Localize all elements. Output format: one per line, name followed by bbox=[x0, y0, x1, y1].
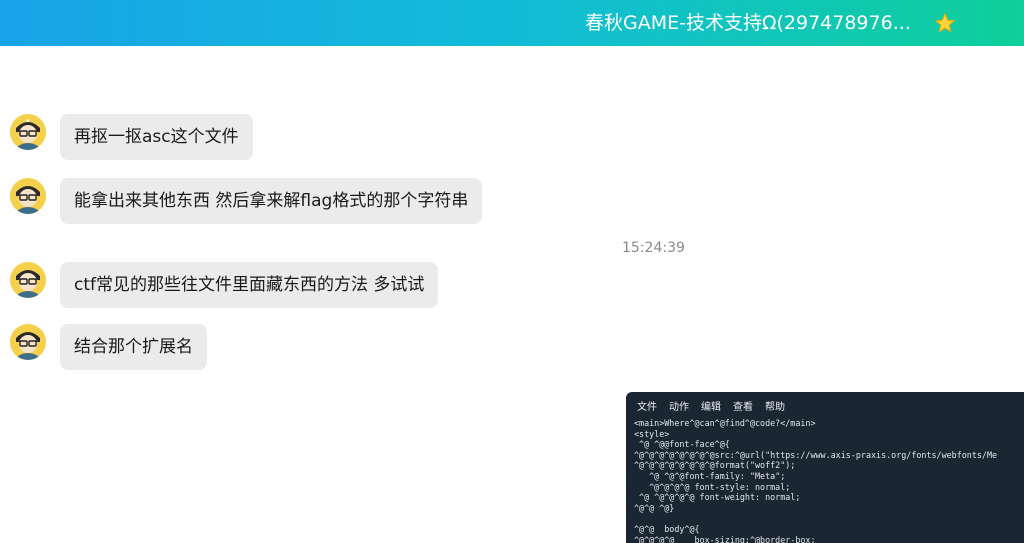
avatar-icon[interactable] bbox=[10, 178, 46, 214]
code-line: ^@^@^@^@^@^@^@^@format("woff2"); bbox=[634, 460, 796, 471]
code-line: ^@^@ ^@} bbox=[634, 502, 675, 513]
star-icon[interactable] bbox=[934, 12, 956, 34]
message-bubble[interactable]: ctf常见的那些往文件里面藏东西的方法 多试试 bbox=[60, 262, 439, 308]
message-bubble[interactable]: 结合那个扩展名 bbox=[60, 324, 207, 370]
code-line: ^@ ^@^@^@^@ font-weight: normal; bbox=[634, 492, 801, 503]
menu-edit[interactable]: 编辑 bbox=[701, 398, 721, 413]
chat-title[interactable]: 春秋GAME-技术支持Ω(297478976... bbox=[585, 10, 930, 36]
code-line: ^@^@^@^@ font-style: normal; bbox=[634, 481, 791, 492]
code-line: <main>Where^@can^@find^@code?</main> bbox=[634, 418, 816, 428]
code-line: ^@^@^@^@^@^@^@^@src:^@url("https://www.a… bbox=[634, 449, 998, 460]
menu-view[interactable]: 查看 bbox=[733, 398, 753, 413]
avatar-icon[interactable] bbox=[10, 324, 46, 360]
avatar-icon[interactable] bbox=[10, 262, 46, 298]
chat-header: 春秋GAME-技术支持Ω(297478976... bbox=[0, 0, 1024, 46]
code-line: ^@ ^@@font-face^@{ bbox=[634, 439, 730, 450]
terminal-menu-bar: 文件 动作 编辑 查看 帮助 bbox=[626, 392, 1024, 418]
terminal-screenshot[interactable]: 文件 动作 编辑 查看 帮助 <main>Where^@can^@find^@c… bbox=[626, 392, 1024, 543]
code-line: <style> bbox=[634, 428, 670, 439]
menu-action[interactable]: 动作 bbox=[669, 398, 689, 413]
message-bubble[interactable]: 再抠一抠asc这个文件 bbox=[60, 114, 253, 160]
code-line: ^@ ^@^@font-family: "Meta"; bbox=[634, 470, 786, 481]
menu-help[interactable]: 帮助 bbox=[765, 398, 785, 413]
terminal-code: <main>Where^@can^@find^@code?</main> <st… bbox=[626, 418, 1024, 543]
menu-file[interactable]: 文件 bbox=[637, 398, 657, 413]
message-timestamp: 15:24:39 bbox=[622, 240, 685, 256]
code-line: ^@^@ body^@{ bbox=[634, 523, 700, 534]
svg-text:▪: ▪ bbox=[26, 118, 29, 124]
code-line: ^@^@^@^@ box-sizing:^@border-box; bbox=[634, 534, 816, 543]
avatar-icon[interactable]: ▪ bbox=[10, 114, 46, 150]
message-bubble[interactable]: 能拿出来其他东西 然后拿来解flag格式的那个字符串 bbox=[60, 178, 483, 224]
